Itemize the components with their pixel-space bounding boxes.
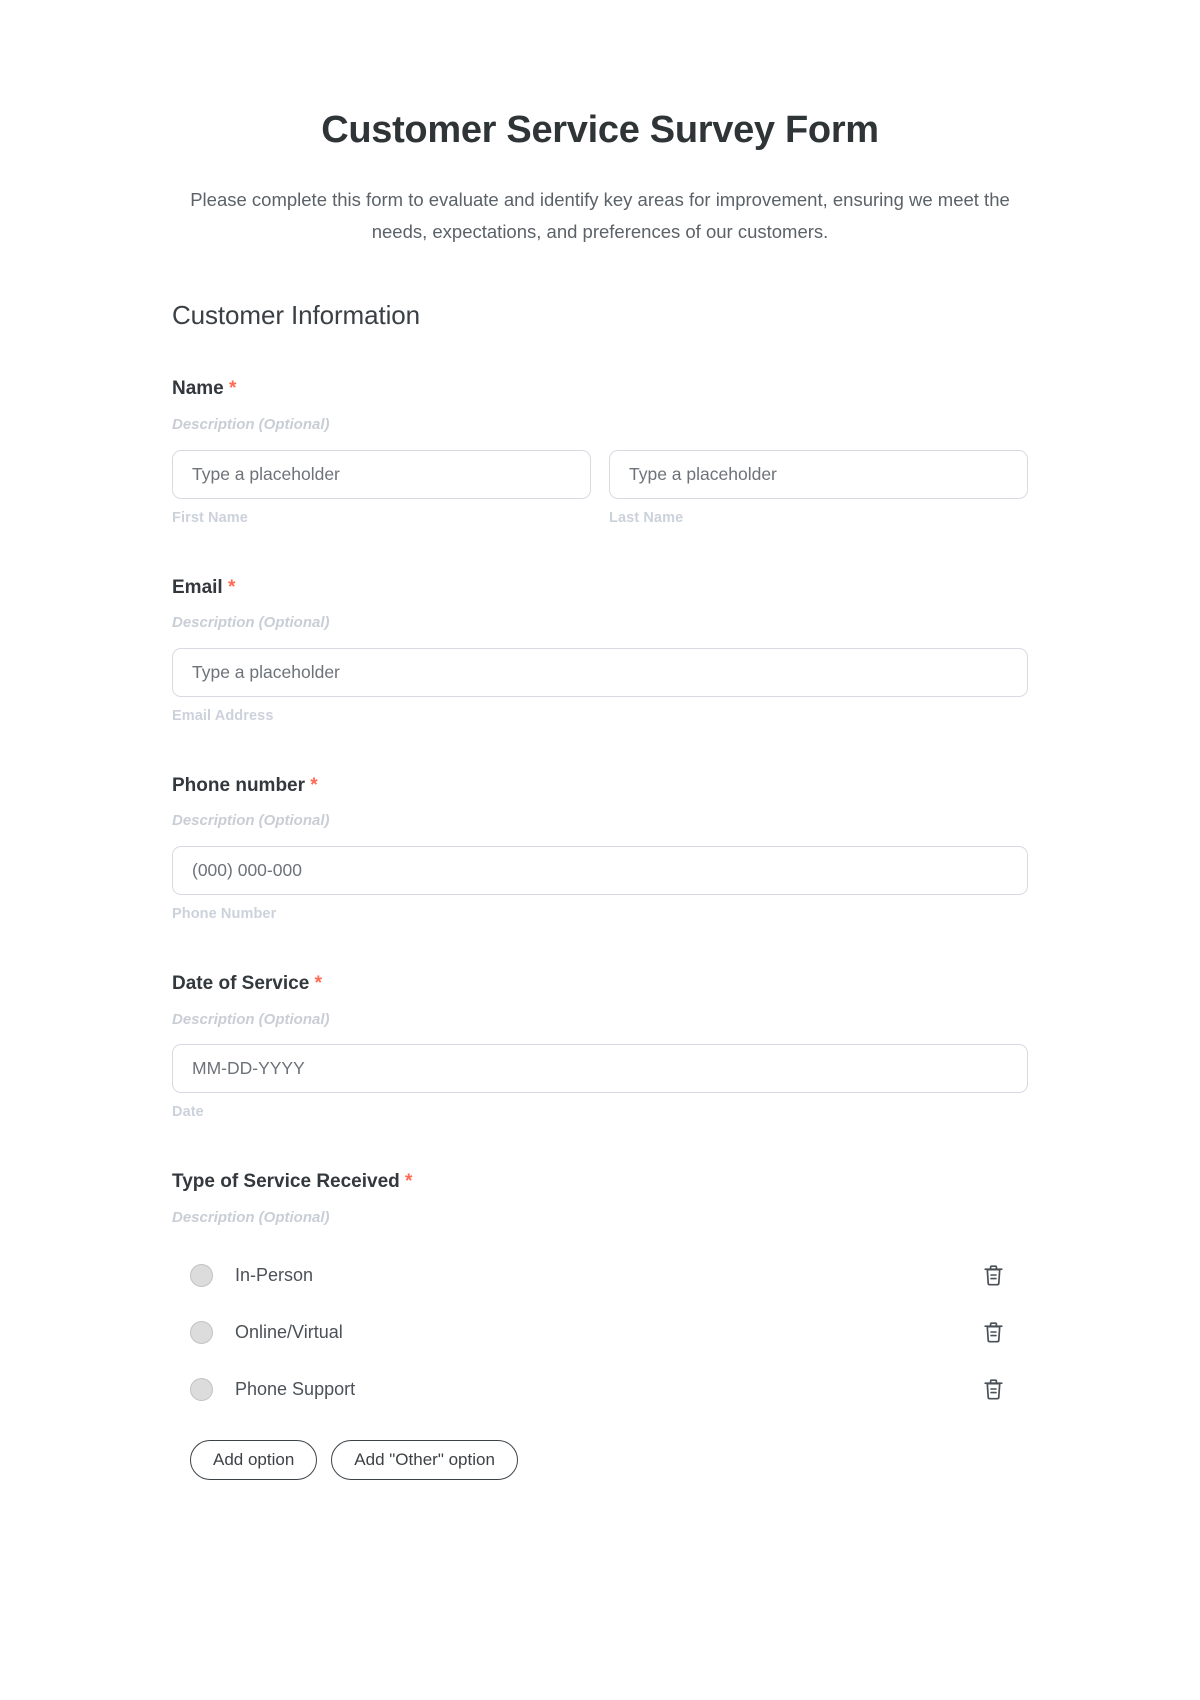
sub-label-phone-number: Phone Number: [172, 905, 277, 922]
survey-form-page: Customer Service Survey Form Please comp…: [0, 0, 1200, 1700]
form-container: Customer Service Survey Form Please comp…: [172, 0, 1028, 1481]
sub-label-last-name: Last Name: [609, 509, 684, 526]
name-input-row: First Name Last Name: [172, 449, 1028, 526]
field-label-email: Email *: [172, 576, 1028, 601]
radio-button-icon[interactable]: [190, 1378, 213, 1402]
email-input[interactable]: [172, 647, 1028, 697]
field-email: Email * Description (Optional) Email Add…: [172, 576, 1028, 724]
radio-button-icon[interactable]: [190, 1321, 213, 1345]
last-name-col: Last Name: [609, 449, 1028, 526]
option-label: Phone Support: [235, 1379, 356, 1400]
date-of-service-input[interactable]: [172, 1044, 1028, 1094]
field-label-name: Name *: [172, 377, 1028, 402]
required-asterisk: *: [310, 774, 318, 796]
delete-option-button[interactable]: [978, 1261, 1008, 1291]
trash-icon: [983, 1265, 1003, 1286]
field-label-date-of-service: Date of Service *: [172, 972, 1028, 997]
field-date-of-service: Date of Service * Description (Optional)…: [172, 972, 1028, 1120]
field-label-phone-number-text: Phone number: [172, 774, 306, 796]
service-type-options-list: In-Person Online/Virtual Phone Support: [172, 1247, 1028, 1418]
email-input-row: Email Address: [172, 647, 1028, 724]
page-subtitle: Please complete this form to evaluate an…: [190, 188, 1010, 242]
option-label: Online/Virtual: [235, 1322, 343, 1343]
first-name-input[interactable]: [172, 449, 591, 499]
field-phone-number: Phone number * Description (Optional) Ph…: [172, 774, 1028, 922]
last-name-input[interactable]: [609, 449, 1028, 499]
add-option-button[interactable]: Add option: [190, 1440, 318, 1481]
page-title: Customer Service Survey Form: [321, 109, 879, 151]
option-row[interactable]: Phone Support: [172, 1361, 1028, 1418]
option-label: In-Person: [235, 1265, 314, 1286]
radio-button-icon[interactable]: [190, 1264, 213, 1288]
add-option-buttons-row: Add option Add "Other" option: [172, 1440, 1028, 1481]
required-asterisk: *: [227, 576, 236, 598]
date-col: Date: [172, 1044, 1028, 1120]
field-label-email-text: Email: [172, 576, 223, 598]
add-other-option-button[interactable]: Add "Other" option: [331, 1440, 518, 1481]
field-description-type-of-service-received: Description (Optional): [172, 1208, 330, 1226]
field-description-date-of-service: Description (Optional): [172, 1010, 330, 1028]
section-title-customer-information: Customer Information: [172, 300, 420, 331]
field-label-name-text: Name: [172, 378, 224, 400]
trash-icon: [983, 1322, 1003, 1343]
field-description-email: Description (Optional): [172, 614, 330, 632]
field-description-name: Description (Optional): [172, 416, 330, 434]
trash-icon: [983, 1379, 1003, 1400]
field-name: Name * Description (Optional) First Name…: [172, 377, 1028, 526]
field-type-of-service-received: Type of Service Received * Description (…: [172, 1170, 1028, 1481]
field-label-phone-number: Phone number *: [172, 774, 1028, 799]
sub-label-first-name: First Name: [172, 509, 248, 526]
sub-label-date: Date: [172, 1104, 204, 1121]
field-label-type-of-service-received-text: Type of Service Received: [172, 1171, 400, 1193]
required-asterisk: *: [405, 1171, 413, 1193]
field-label-date-of-service-text: Date of Service: [172, 972, 315, 994]
date-input-row: Date: [172, 1044, 1028, 1120]
sub-label-email-address: Email Address: [172, 707, 274, 724]
field-label-type-of-service-received: Type of Service Received *: [172, 1170, 1028, 1195]
option-row[interactable]: In-Person: [172, 1247, 1028, 1304]
required-asterisk: *: [229, 378, 237, 400]
phone-input-row: Phone Number: [172, 845, 1028, 922]
email-col: Email Address: [172, 647, 1028, 724]
first-name-col: First Name: [172, 449, 591, 526]
required-asterisk: *: [314, 972, 322, 994]
option-row[interactable]: Online/Virtual: [172, 1304, 1028, 1361]
phone-col: Phone Number: [172, 845, 1028, 922]
delete-option-button[interactable]: [978, 1318, 1008, 1348]
delete-option-button[interactable]: [978, 1375, 1008, 1405]
phone-number-input[interactable]: [172, 845, 1028, 895]
field-description-phone-number: Description (Optional): [172, 812, 330, 830]
